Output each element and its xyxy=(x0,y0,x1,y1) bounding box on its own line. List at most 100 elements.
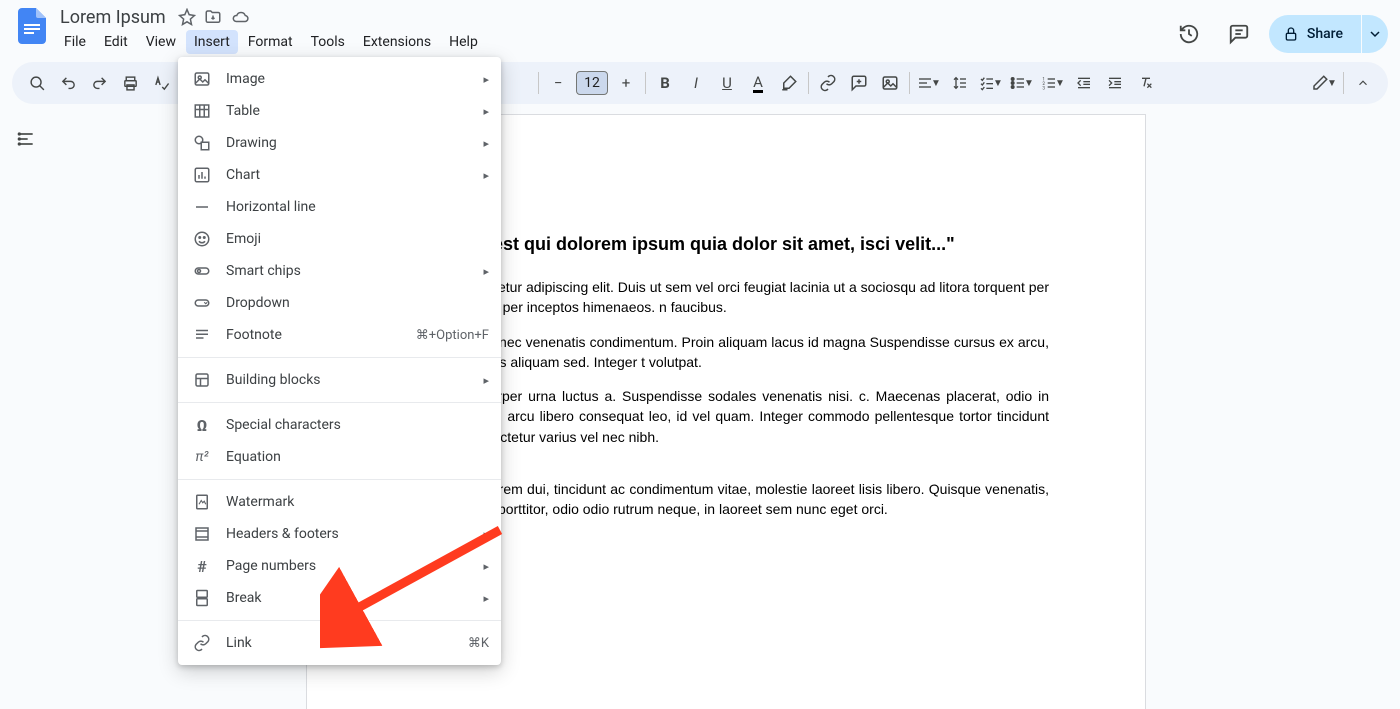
chart-icon xyxy=(190,166,214,184)
insert-link-icon[interactable] xyxy=(813,68,843,98)
menu-item-smart-chips[interactable]: Smart chips▸ xyxy=(178,255,501,287)
line-spacing-button[interactable] xyxy=(945,68,975,98)
bold-button[interactable]: B xyxy=(650,68,680,98)
header-actions: Share xyxy=(1169,6,1388,54)
menu-item-watermark[interactable]: Watermark xyxy=(178,486,501,518)
editing-mode-button[interactable]: ▼ xyxy=(1309,68,1339,98)
menu-shortcut: ⌘K xyxy=(468,636,489,651)
menu-item-headers-footers[interactable]: Headers & footers▸ xyxy=(178,518,501,550)
document-title[interactable]: Lorem Ipsum xyxy=(56,7,170,28)
menu-extensions[interactable]: Extensions xyxy=(355,30,439,54)
svg-text:3: 3 xyxy=(1042,86,1045,91)
hr-icon xyxy=(190,198,214,216)
left-rail xyxy=(0,114,52,709)
align-button[interactable]: ▼ xyxy=(914,68,944,98)
link-icon xyxy=(190,634,214,652)
bulleted-list-button[interactable]: ▼ xyxy=(1007,68,1037,98)
cloud-status-icon[interactable] xyxy=(230,8,250,26)
comments-icon[interactable] xyxy=(1219,14,1259,54)
menu-item-label: Special characters xyxy=(226,417,489,433)
menu-item-label: Image xyxy=(226,71,483,87)
menu-item-horizontal-line[interactable]: Horizontal line xyxy=(178,191,501,223)
menu-item-chart[interactable]: Chart▸ xyxy=(178,159,501,191)
menu-divider xyxy=(178,402,501,403)
menu-item-link[interactable]: Link⌘K xyxy=(178,627,501,659)
menu-item-equation[interactable]: π² Equation xyxy=(178,441,501,473)
clear-format-button[interactable] xyxy=(1131,68,1161,98)
menu-item-label: Building blocks xyxy=(226,372,483,388)
font-size-increase[interactable]: + xyxy=(611,68,641,98)
increase-indent-button[interactable] xyxy=(1100,68,1130,98)
menu-format[interactable]: Format xyxy=(240,30,301,54)
search-icon[interactable] xyxy=(22,68,52,98)
history-icon[interactable] xyxy=(1169,14,1209,54)
menu-item-table[interactable]: Table▸ xyxy=(178,95,501,127)
menu-tools[interactable]: Tools xyxy=(303,30,353,54)
menu-item-footnote[interactable]: Footnote⌘+Option+F xyxy=(178,319,501,351)
menu-view[interactable]: View xyxy=(138,30,184,54)
submenu-arrow-icon: ▸ xyxy=(483,374,489,387)
footnote-icon xyxy=(190,326,214,344)
hash-icon: # xyxy=(190,557,214,576)
outline-toggle-icon[interactable] xyxy=(11,124,41,154)
share-button[interactable]: Share xyxy=(1269,15,1361,53)
menu-item-emoji[interactable]: Emoji xyxy=(178,223,501,255)
menu-edit[interactable]: Edit xyxy=(96,30,136,54)
font-size-input[interactable]: 12 xyxy=(576,71,608,95)
menu-item-label: Dropdown xyxy=(226,295,489,311)
undo-icon[interactable] xyxy=(53,68,83,98)
menu-item-label: Page numbers xyxy=(226,558,483,574)
menu-item-page-numbers[interactable]: # Page numbers▸ xyxy=(178,550,501,582)
menu-item-building-blocks[interactable]: Building blocks▸ xyxy=(178,364,501,396)
menu-insert[interactable]: Insert xyxy=(186,30,238,54)
docs-logo[interactable] xyxy=(12,6,52,46)
menu-item-special-characters[interactable]: Ω Special characters xyxy=(178,409,501,441)
print-icon[interactable] xyxy=(115,68,145,98)
add-comment-icon[interactable] xyxy=(844,68,874,98)
move-folder-icon[interactable] xyxy=(204,8,222,26)
menu-item-label: Horizontal line xyxy=(226,199,489,215)
menu-item-image[interactable]: Image▸ xyxy=(178,63,501,95)
insert-image-icon[interactable] xyxy=(875,68,905,98)
submenu-arrow-icon: ▸ xyxy=(483,169,489,182)
menu-item-dropdown[interactable]: Dropdown xyxy=(178,287,501,319)
menu-divider xyxy=(178,620,501,621)
menu-file[interactable]: File xyxy=(56,30,94,54)
menu-item-label: Chart xyxy=(226,167,483,183)
menu-item-label: Equation xyxy=(226,449,489,465)
menu-help[interactable]: Help xyxy=(441,30,486,54)
title-area: Lorem Ipsum File Edit View Insert Format… xyxy=(56,6,1169,54)
pi-icon: π² xyxy=(190,449,214,465)
decrease-indent-button[interactable] xyxy=(1069,68,1099,98)
image-icon xyxy=(190,70,214,88)
spellcheck-icon[interactable] xyxy=(146,68,176,98)
highlight-button[interactable] xyxy=(774,68,804,98)
checklist-button[interactable]: ▼ xyxy=(976,68,1006,98)
submenu-arrow-icon: ▸ xyxy=(483,592,489,605)
submenu-arrow-icon: ▸ xyxy=(483,137,489,150)
menu-item-label: Watermark xyxy=(226,494,489,510)
submenu-arrow-icon: ▸ xyxy=(483,560,489,573)
omega-icon: Ω xyxy=(190,416,214,435)
menu-divider xyxy=(178,357,501,358)
menubar: File Edit View Insert Format Tools Exten… xyxy=(56,30,1169,54)
redo-icon[interactable] xyxy=(84,68,114,98)
menu-item-break[interactable]: Break▸ xyxy=(178,582,501,614)
italic-button[interactable]: I xyxy=(681,68,711,98)
text-color-button[interactable]: A xyxy=(743,68,773,98)
chip-icon xyxy=(190,262,214,280)
menu-item-drawing[interactable]: Drawing▸ xyxy=(178,127,501,159)
submenu-arrow-icon: ▸ xyxy=(483,73,489,86)
collapse-toolbar-icon[interactable] xyxy=(1348,68,1378,98)
numbered-list-button[interactable]: 123▼ xyxy=(1038,68,1068,98)
underline-button[interactable]: U xyxy=(712,68,742,98)
watermark-icon xyxy=(190,493,214,511)
font-size-decrease[interactable]: − xyxy=(543,68,573,98)
share-dropdown-caret[interactable] xyxy=(1362,15,1388,53)
menu-item-label: Table xyxy=(226,103,483,119)
app-header: Lorem Ipsum File Edit View Insert Format… xyxy=(0,0,1400,58)
emoji-icon xyxy=(190,230,214,248)
menu-item-label: Drawing xyxy=(226,135,483,151)
lock-icon xyxy=(1283,26,1299,42)
star-icon[interactable] xyxy=(178,8,196,26)
